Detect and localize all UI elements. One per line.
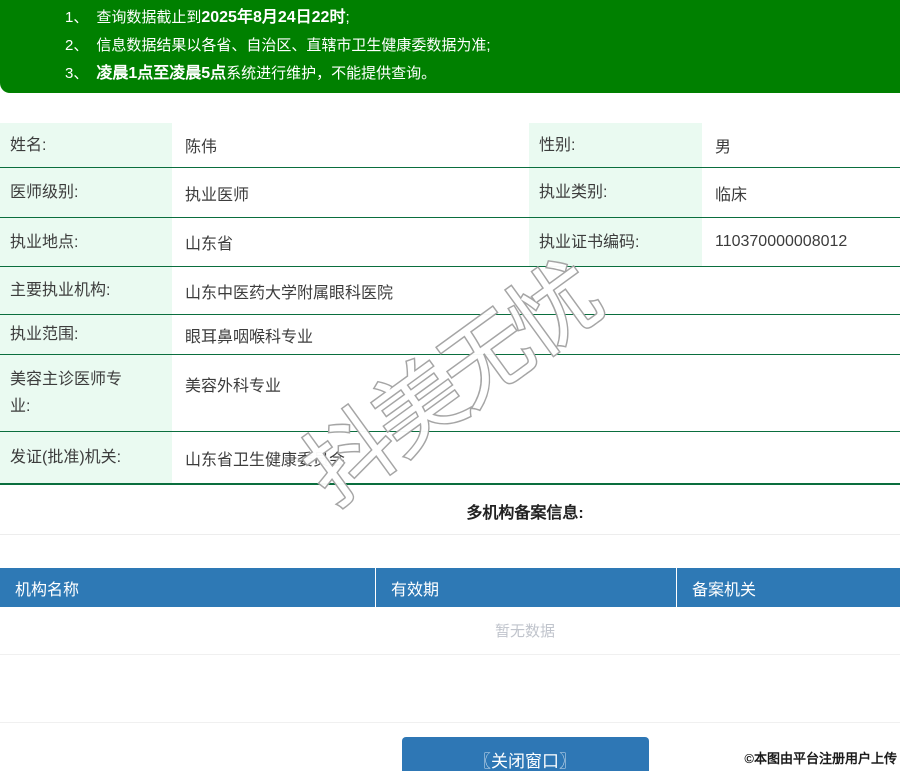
field-value-name: 陈伟	[185, 139, 218, 156]
field-label-category: 执业类别:	[529, 168, 702, 217]
field-value-certificate-no: 110370000008012	[715, 233, 848, 250]
footer-divider	[0, 722, 900, 723]
table-row-main-institution: 主要执业机构: 山东中医药大学附属眼科医院	[0, 267, 900, 315]
table-row-location-certno: 执业地点: 山东省 执业证书编码: 110370000008012	[0, 218, 900, 267]
field-value-cosmetic-specialty: 美容外科专业	[185, 378, 282, 395]
notice-text-bold: 2025年8月24日22时	[201, 9, 346, 26]
filing-empty-state: 暂无数据	[0, 607, 900, 655]
field-label-level: 医师级别:	[0, 168, 172, 217]
table-row-name-gender: 姓名: 陈伟 性别: 男	[0, 123, 900, 168]
filing-header-authority: 备案机关	[692, 581, 757, 599]
field-label-certificate-no: 执业证书编码:	[529, 218, 702, 266]
field-label-gender: 性别:	[529, 123, 702, 167]
notice-number: 2、	[65, 37, 89, 54]
query-result-page: 1、 查询数据截止到2025年8月24日22时; 2、 信息数据结果以各省、自治区、…	[0, 0, 900, 771]
notice-text: 系统进行维护，不能提供查询。	[226, 65, 437, 82]
notice-number: 3、	[65, 65, 89, 82]
field-label-practice-scope: 执业范围:	[0, 315, 172, 354]
filing-table-header: 机构名称 有效期 备案机关	[0, 568, 900, 607]
table-row-issuing-authority: 发证(批准)机关: 山东省卫生健康委员会	[0, 432, 900, 485]
table-row-level-category: 医师级别: 执业医师 执业类别: 临床	[0, 168, 900, 218]
filing-header-validity: 有效期	[376, 568, 677, 607]
notice-text: 信息数据结果以各省、自治区、直辖市卫生健康委数据为准;	[96, 37, 491, 54]
table-row-cosmetic-specialty: 美容主诊医师专业: 美容外科专业	[0, 355, 900, 432]
close-window-button[interactable]: 〖关闭窗口〗	[401, 737, 649, 771]
notice-text: 查询数据截止到	[96, 9, 202, 26]
field-label-name: 姓名:	[0, 123, 172, 167]
field-value-location: 山东省	[185, 236, 234, 253]
field-value-category: 临床	[715, 186, 748, 204]
notice-line-1: 1、 查询数据截止到2025年8月24日22时;	[65, 4, 900, 32]
notice-line-3: 3、 凌晨1点至凌晨5点系统进行维护，不能提供查询。	[65, 60, 900, 88]
copyright-stamp: ©本图由平台注册用户上传	[744, 751, 897, 766]
filing-section-title: 多机构备案信息:	[0, 485, 900, 535]
field-value-practice-scope: 眼耳鼻咽喉科专业	[185, 328, 314, 346]
filing-header-institution: 机构名称	[0, 568, 376, 607]
notice-line-2: 2、 信息数据结果以各省、自治区、直辖市卫生健康委数据为准;	[65, 32, 900, 60]
field-label-location: 执业地点:	[0, 218, 172, 266]
field-label-issuing-authority: 发证(批准)机关:	[0, 432, 172, 483]
field-value-gender: 男	[715, 139, 732, 156]
field-value-issuing-authority: 山东省卫生健康委员会	[185, 451, 346, 469]
field-label-main-institution: 主要执业机构:	[0, 267, 172, 314]
notice-text: ;	[345, 9, 350, 26]
field-value-main-institution: 山东中医药大学附属眼科医院	[185, 284, 394, 302]
notice-banner: 1、 查询数据截止到2025年8月24日22时; 2、 信息数据结果以各省、自治区、…	[0, 0, 900, 93]
field-value-level: 执业医师	[185, 186, 250, 204]
notice-text-bold: 凌晨1点至凌晨5点	[96, 65, 227, 82]
field-label-cosmetic-specialty: 美容主诊医师专业:	[0, 355, 172, 431]
notice-number: 1、	[65, 9, 89, 26]
doctor-info-table: 姓名: 陈伟 性别: 男 医师级别: 执业医师 执业类别: 临床 执业地点: 山…	[0, 123, 900, 485]
table-row-practice-scope: 执业范围: 眼耳鼻咽喉科专业	[0, 315, 900, 355]
